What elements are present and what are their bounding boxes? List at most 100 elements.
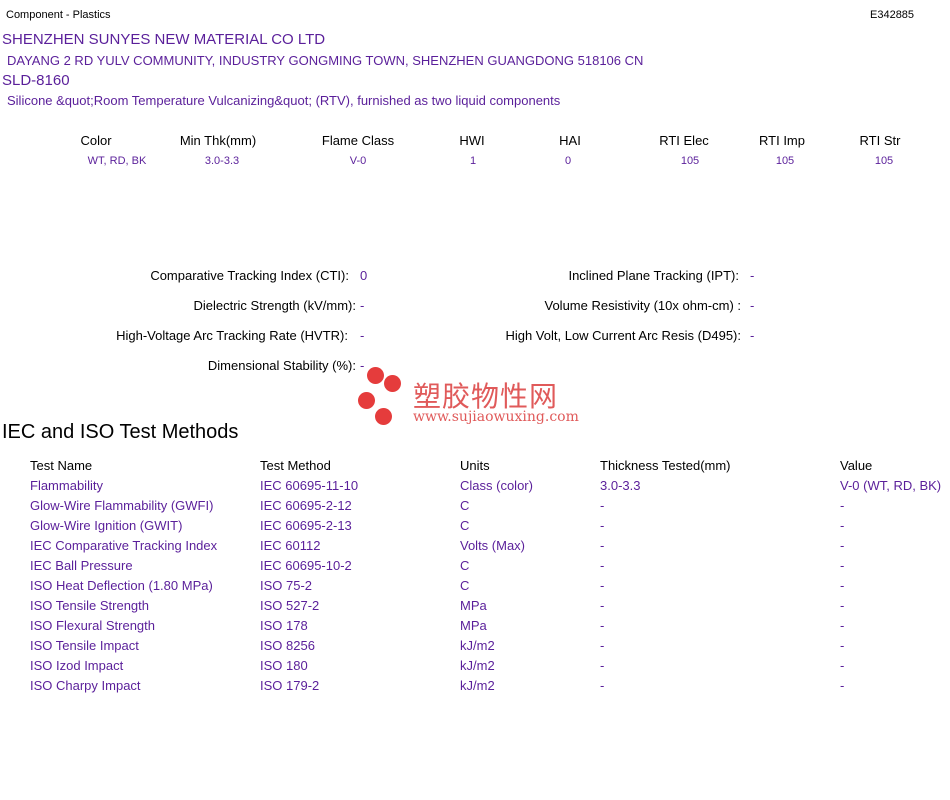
table-header-test-name: Test Name	[30, 458, 93, 473]
table-cell-value: -	[840, 638, 845, 653]
table-cell-test-name: Glow-Wire Ignition (GWIT)	[30, 518, 183, 533]
watermark-url-text: www.sujiaowuxing.com	[413, 409, 579, 425]
table-cell-thickness: -	[600, 578, 605, 593]
table-cell-value: -	[840, 558, 845, 573]
rating-header-color: Color	[80, 133, 112, 148]
table-cell-value: -	[840, 658, 845, 673]
company-name: SHENZHEN SUNYES NEW MATERIAL CO LTD	[2, 31, 326, 48]
table-cell-value: -	[840, 498, 845, 513]
watermark-dot-icon	[375, 408, 392, 425]
rating-value-rti-str: 105	[874, 155, 894, 167]
product-description: Silicone &quot;Room Temperature Vulcaniz…	[7, 93, 561, 108]
table-cell-units: C	[460, 578, 470, 593]
table-cell-thickness: -	[600, 538, 605, 553]
table-cell-thickness: -	[600, 658, 605, 673]
property-label-ipt: Inclined Plane Tracking (IPT):	[568, 268, 739, 283]
table-cell-test-name: Flammability	[30, 478, 103, 493]
table-cell-units: Class (color)	[460, 478, 533, 493]
watermark-dot-icon	[358, 392, 375, 409]
table-cell-test-method: ISO 8256	[260, 638, 315, 653]
table-cell-test-method: ISO 75-2	[260, 578, 313, 593]
table-cell-test-name: Glow-Wire Flammability (GWFI)	[30, 498, 214, 513]
rating-header-flame-class: Flame Class	[321, 133, 395, 148]
rating-value-flame-class: V-0	[349, 155, 367, 167]
rating-value-color: WT, RD, BK	[87, 155, 147, 167]
rating-header-min-thk: Min Thk(mm)	[179, 133, 257, 148]
table-cell-test-name: ISO Flexural Strength	[30, 618, 155, 633]
table-cell-thickness: -	[600, 678, 605, 693]
rating-value-min-thk: 3.0-3.3	[204, 155, 240, 167]
table-cell-units: C	[460, 518, 470, 533]
table-cell-test-name: IEC Comparative Tracking Index	[30, 538, 218, 553]
watermark-dot-icon	[384, 375, 401, 392]
property-label-hvtr: High-Voltage Arc Tracking Rate (HVTR):	[116, 328, 348, 343]
table-cell-test-method: IEC 60695-10-2	[260, 558, 352, 573]
table-cell-units: Volts (Max)	[460, 538, 526, 553]
table-cell-test-method: ISO 178	[260, 618, 308, 633]
rating-header-rti-imp: RTI Imp	[759, 133, 805, 148]
table-cell-value: -	[840, 598, 845, 613]
table-cell-test-name: ISO Izod Impact	[30, 658, 124, 673]
property-value-d495: -	[750, 328, 755, 343]
table-cell-thickness: -	[600, 598, 605, 613]
table-cell-test-name: ISO Charpy Impact	[30, 678, 141, 693]
section-title-iec-iso: IEC and ISO Test Methods	[2, 421, 239, 443]
table-cell-value: -	[840, 678, 845, 693]
file-number: E342885	[870, 9, 915, 21]
table-cell-test-method: IEC 60695-2-13	[260, 518, 352, 533]
rating-header-rti-str: RTI Str	[859, 133, 901, 148]
rating-header-hwi: HWI	[459, 133, 485, 148]
document-category: Component - Plastics	[6, 9, 111, 21]
property-label-dimensional-stability: Dimensional Stability (%):	[207, 358, 356, 373]
table-cell-value: -	[840, 518, 845, 533]
table-cell-units: kJ/m2	[460, 658, 495, 673]
table-header-units: Units	[460, 458, 490, 473]
table-cell-value: -	[840, 618, 845, 633]
table-cell-test-name: ISO Heat Deflection (1.80 MPa)	[30, 578, 213, 593]
table-cell-thickness: -	[600, 518, 605, 533]
table-cell-test-method: IEC 60112	[260, 538, 321, 553]
table-cell-thickness: -	[600, 618, 605, 633]
table-cell-thickness: -	[600, 558, 605, 573]
table-cell-test-method: ISO 179-2	[260, 678, 320, 693]
property-label-cti: Comparative Tracking Index (CTI):	[150, 268, 349, 283]
table-cell-value: -	[840, 538, 845, 553]
property-value-volume-resistivity: -	[750, 298, 755, 313]
table-cell-units: kJ/m2	[460, 678, 495, 693]
property-label-volume-resistivity: Volume Resistivity (10x ohm-cm) :	[544, 298, 742, 313]
table-cell-units: C	[460, 558, 470, 573]
property-label-dielectric-strength: Dielectric Strength (kV/mm):	[193, 298, 356, 313]
table-cell-thickness: -	[600, 638, 605, 653]
table-cell-value: -	[840, 578, 845, 593]
table-cell-test-name: ISO Tensile Strength	[30, 598, 149, 613]
table-header-value: Value	[840, 458, 873, 473]
rating-header-hai: HAI	[559, 133, 581, 148]
table-cell-value: V-0 (WT, RD, BK)	[840, 478, 942, 493]
property-value-hvtr: -	[360, 328, 365, 343]
table-header-test-method: Test Method	[260, 458, 331, 473]
table-cell-test-name: IEC Ball Pressure	[30, 558, 133, 573]
property-value-ipt: -	[750, 268, 755, 283]
rating-value-hai: 0	[564, 155, 572, 167]
table-cell-units: MPa	[460, 598, 487, 613]
table-cell-units: kJ/m2	[460, 638, 495, 653]
table-cell-thickness: -	[600, 498, 605, 513]
watermark-logo: 塑胶物性网 www.sujiaowuxing.com	[355, 365, 605, 430]
table-header-thickness: Thickness Tested(mm)	[600, 458, 731, 473]
watermark-dot-icon	[367, 367, 384, 384]
table-cell-thickness: 3.0-3.3	[600, 478, 641, 493]
property-value-cti: 0	[360, 268, 368, 283]
rating-header-rti-elec: RTI Elec	[659, 133, 709, 148]
table-cell-units: MPa	[460, 618, 487, 633]
rating-value-rti-elec: 105	[680, 155, 700, 167]
table-cell-test-method: ISO 527-2	[260, 598, 320, 613]
table-cell-test-method: ISO 180	[260, 658, 308, 673]
company-address: DAYANG 2 RD YULV COMMUNITY, INDUSTRY GON…	[7, 53, 644, 68]
product-name: SLD-8160	[2, 72, 70, 89]
rating-value-hwi: 1	[469, 155, 477, 167]
table-cell-test-name: ISO Tensile Impact	[30, 638, 139, 653]
rating-value-rti-imp: 105	[775, 155, 795, 167]
table-cell-units: C	[460, 498, 470, 513]
table-cell-test-method: IEC 60695-11-10	[260, 478, 359, 493]
property-value-dielectric-strength: -	[360, 298, 365, 313]
